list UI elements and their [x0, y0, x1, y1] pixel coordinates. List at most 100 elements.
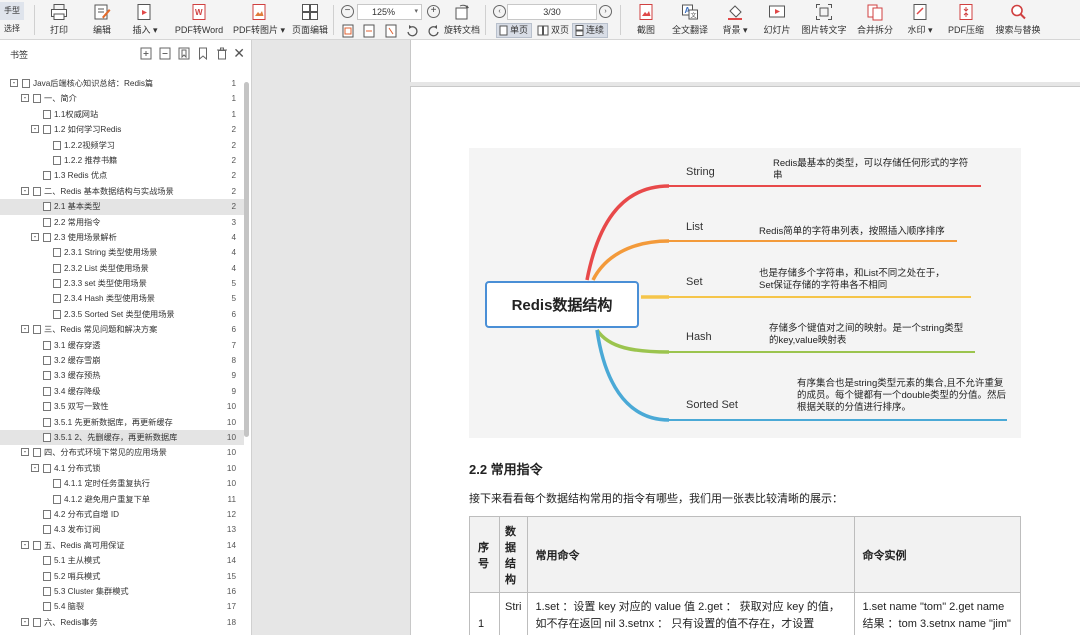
hand-mode-tab[interactable]: 手型: [0, 2, 24, 20]
merge-split-button[interactable]: 合并拆分: [857, 2, 893, 38]
page-number-input[interactable]: 3/30: [507, 4, 597, 20]
double-page-button[interactable]: 双页: [535, 23, 572, 38]
bookmark-item[interactable]: - 二、Redis 基本数据结构与实战场景 2: [0, 184, 244, 199]
rotate-right-icon[interactable]: [427, 24, 441, 38]
page-edit-button[interactable]: 页面编辑: [292, 2, 328, 38]
bookmark-title: 3.2 缓存雪崩: [54, 356, 101, 366]
prev-page-button[interactable]: ‹: [493, 5, 506, 18]
pdf-to-word-button[interactable]: W PDF转Word: [174, 2, 224, 38]
bookmark-item[interactable]: - 一、简介 1: [0, 91, 244, 106]
next-page-button[interactable]: ›: [599, 5, 612, 18]
bookmark-item[interactable]: 3.5.1 先更新数据库，再更新缓存 10: [0, 415, 244, 430]
edit-button[interactable]: 编辑: [90, 2, 114, 38]
collapse-toggle-icon[interactable]: -: [31, 232, 39, 241]
bookmark-item[interactable]: 5.3 Cluster 集群模式 16: [0, 584, 244, 599]
collapse-toggle-icon[interactable]: -: [21, 617, 29, 626]
cell-index: 1: [469, 592, 500, 635]
actual-size-icon[interactable]: [384, 24, 398, 38]
collapse-toggle-icon[interactable]: -: [31, 125, 39, 134]
bookmark-item[interactable]: 1.2.2 推荐书籍 2: [0, 153, 244, 168]
bookmark-item[interactable]: - 2.3 使用场景解析 4: [0, 230, 244, 245]
collapse-toggle-icon[interactable]: -: [31, 463, 39, 472]
close-icon[interactable]: ✕: [233, 45, 245, 62]
bookmark-item[interactable]: 2.3.3 set 类型使用场景 5: [0, 276, 244, 291]
pdf-to-image-button[interactable]: PDF转图片 ▾: [233, 2, 285, 38]
bookmark-item[interactable]: 3.5 双写一致性 10: [0, 399, 244, 414]
bookmark-page-number: 3: [231, 217, 236, 227]
mindmap-branch-description: 存储多个键值对之间的映射。是一个string类型的key,value映射表: [769, 323, 964, 346]
rotate-doc-button[interactable]: 旋转文档: [444, 2, 480, 38]
fit-page-icon[interactable]: [341, 24, 355, 38]
bookmark-item[interactable]: 4.1.1 定时任务重复执行 10: [0, 476, 244, 491]
bookmark-item[interactable]: 2.3.4 Hash 类型使用场景 5: [0, 291, 244, 306]
bookmark-item[interactable]: 1.1权威网站 1: [0, 107, 244, 122]
continuous-button[interactable]: 连续: [572, 23, 609, 38]
bookmark-item[interactable]: 3.2 缓存雪崩 8: [0, 353, 244, 368]
bookmark-item[interactable]: - 1.2 如何学习Redis 2: [0, 122, 244, 137]
image-to-text-button[interactable]: 图片转文字: [802, 2, 847, 38]
bookmark-item[interactable]: 5.2 哨兵模式 15: [0, 569, 244, 584]
print-button[interactable]: 打印: [47, 2, 71, 38]
bookmark-item[interactable]: - 六、Redis事务 18: [0, 615, 244, 630]
bookmark-item[interactable]: 5.1 主从模式 14: [0, 553, 244, 568]
expand-all-icon[interactable]: [140, 47, 152, 60]
insert-button[interactable]: 插入 ▾: [132, 2, 158, 38]
bookmark-sidebar: 书签 ✕ - Java后端核心知识总结：Redis篇 1- 一、简介 1 1.1权威网站 1…: [0, 40, 252, 635]
page-edit-icon: [300, 2, 320, 22]
bookmark-item[interactable]: 2.3.2 List 类型使用场景 4: [0, 261, 244, 276]
watermark-label: 水印 ▾: [907, 25, 933, 35]
bookmark-item[interactable]: 1.3 Redis 优点 2: [0, 168, 244, 183]
zoom-select[interactable]: 125% ▾: [357, 4, 422, 20]
zoom-in-button[interactable]: +: [427, 5, 440, 18]
bookmark-item[interactable]: 2.3.1 String 类型使用场景 4: [0, 245, 244, 260]
slideshow-button[interactable]: 幻灯片: [764, 2, 791, 38]
pdf-compress-button[interactable]: PDF压缩: [948, 2, 984, 38]
bookmark-item[interactable]: 4.3 发布订阅 13: [0, 522, 244, 537]
bookmark-item[interactable]: - 五、Redis 高可用保证 14: [0, 538, 244, 553]
sidebar-scrollbar[interactable]: [244, 82, 249, 437]
screenshot-label: 截图: [636, 25, 655, 35]
bookmark-page-icon: [43, 386, 51, 396]
delete-icon[interactable]: [216, 47, 228, 60]
zoom-out-button[interactable]: −: [341, 5, 354, 18]
bookmark-item[interactable]: 4.2 分布式自增 ID 12: [0, 507, 244, 522]
bookmark-page-number: 10: [226, 463, 236, 473]
bookmark-item[interactable]: 4.1.2 避免用户重复下单 11: [0, 492, 244, 507]
bookmark-item[interactable]: - 三、Redis 常见问题和解决方案 6: [0, 322, 244, 337]
cell-examples: 1.set name "tom" 2.get name 结果 ：tom 3.se…: [853, 592, 1021, 635]
bookmark-item[interactable]: 2.1 基本类型 2: [0, 199, 244, 215]
watermark-text: 水印: [907, 25, 926, 35]
single-page-button[interactable]: 单页: [496, 23, 533, 38]
bookmark-item[interactable]: 2.2 常用指令 3: [0, 215, 244, 230]
bookmark-page-icon: [43, 571, 51, 581]
search-replace-button[interactable]: 搜索与替换: [996, 2, 1041, 38]
bookmark-page-icon: [53, 263, 61, 273]
bookmark-item[interactable]: - Java后端核心知识总结：Redis篇 1: [0, 76, 244, 91]
select-mode-tab[interactable]: 选择: [0, 20, 24, 38]
bookmark-item[interactable]: - 四、分布式环境下常见的应用场景 10: [0, 445, 244, 460]
watermark-button[interactable]: 水印 ▾: [906, 2, 934, 38]
bookmark-item[interactable]: 3.3 缓存预热 9: [0, 368, 244, 383]
collapse-toggle-icon[interactable]: -: [10, 79, 18, 87]
background-button[interactable]: 背景 ▾: [718, 2, 752, 38]
bookmark-item[interactable]: - 4.1 分布式锁 10: [0, 461, 244, 476]
collapse-toggle-icon[interactable]: -: [21, 186, 29, 195]
collapse-all-icon[interactable]: [159, 47, 171, 60]
collapse-toggle-icon[interactable]: -: [21, 94, 29, 103]
add-bookmark-icon[interactable]: [178, 47, 190, 60]
bookmark-item[interactable]: 5.4 脑裂 17: [0, 599, 244, 614]
document-viewport[interactable]: Redis数据结构 String Redis最基本的类型，可以存储任何形式的字符串…: [253, 40, 1080, 635]
translate-button[interactable]: A文 全文翻译: [672, 2, 708, 38]
rotate-left-icon[interactable]: [405, 24, 419, 38]
collapse-toggle-icon[interactable]: -: [21, 448, 29, 457]
fit-width-icon[interactable]: [362, 24, 376, 38]
bookmark-item[interactable]: 2.3.5 Sorted Set 类型使用场景 6: [0, 307, 244, 322]
collapse-toggle-icon[interactable]: -: [21, 540, 29, 549]
collapse-toggle-icon[interactable]: -: [21, 325, 29, 334]
bookmark-item[interactable]: 3.1 缓存穿透 7: [0, 338, 244, 353]
bookmark-item[interactable]: 3.5.1 2、先删缓存，再更新数据库 10: [0, 429, 244, 446]
screenshot-button[interactable]: 截图: [634, 2, 658, 38]
bookmark-item[interactable]: 3.4 缓存降级 9: [0, 384, 244, 399]
bookmark-icon[interactable]: [197, 47, 209, 60]
bookmark-item[interactable]: 1.2.2视频学习 2: [0, 138, 244, 153]
